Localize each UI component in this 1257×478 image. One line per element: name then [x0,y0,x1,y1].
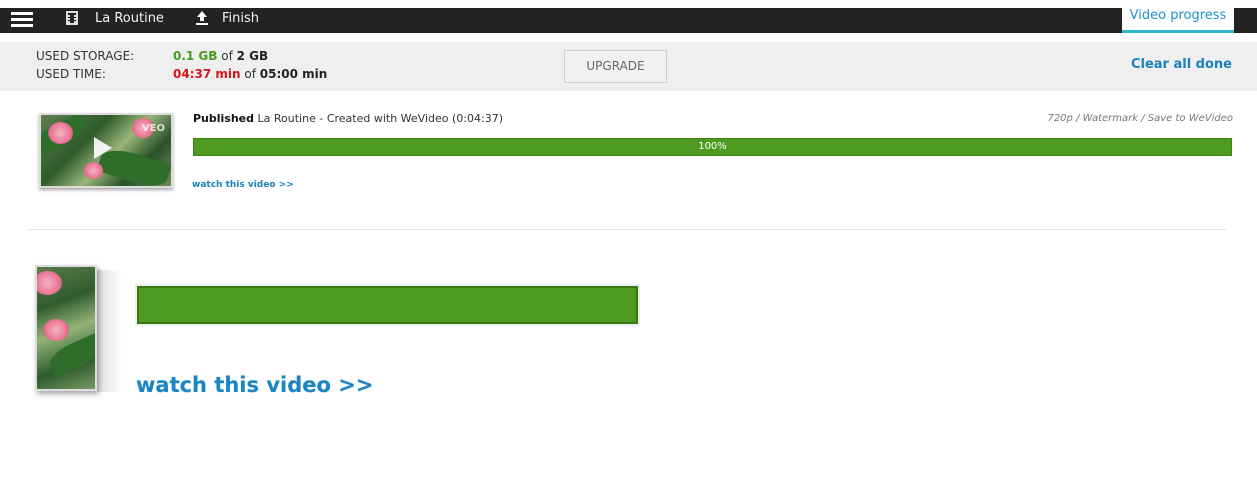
topbar-right-edge [1250,13,1257,33]
upgrade-button[interactable]: UPGRADE [564,50,667,83]
time-used: 04:37 min [173,67,241,81]
zoomed-watch-video-link: watch this video >> [136,373,374,397]
progress-fill: 100% [193,138,1232,156]
tab-video-progress[interactable]: Video progress [1122,4,1234,33]
thumbnail-rose [84,162,103,179]
video-thumbnail[interactable]: VEO [39,113,173,188]
used-storage-value: 0.1 GB of 2 GB [173,48,268,64]
time-total: 05:00 min [259,67,328,81]
section-divider [29,229,1226,230]
storage-separator: of [217,49,237,63]
thumbnail-watermark: VEO [141,123,165,134]
top-navigation: La Routine Finish Video progress [0,0,1257,33]
play-icon[interactable] [94,137,112,159]
job-settings-meta: 720p / Watermark / Save to WeVideo [1047,113,1233,124]
film-icon [66,11,78,25]
storage-used: 0.1 GB [173,49,218,63]
watch-video-link[interactable]: watch this video >> [192,180,294,190]
clear-all-done-link[interactable]: Clear all done [1131,57,1232,72]
top-dark-bar [0,8,1257,33]
project-name[interactable]: La Routine [95,9,164,29]
zoomed-progress-bar [137,286,638,324]
time-separator: of [240,67,260,81]
upload-icon [196,11,208,25]
used-time-value: 04:37 min of 05:00 min [173,66,327,82]
storage-total: 2 GB [236,49,269,63]
hamburger-menu-icon[interactable] [11,12,33,27]
video-progress-bar: 100% [193,138,1232,156]
zoomed-thumbnail-shadow [97,270,122,392]
zoomed-video-thumbnail [35,265,97,391]
job-title-text: La Routine - Created with WeVideo (0:04:… [254,112,503,125]
thumbnail-rose [48,122,73,144]
zoomed-rose [37,271,62,295]
used-time-label: USED TIME: [36,67,106,81]
job-status: Published [193,112,255,125]
finish-button[interactable]: Finish [222,9,259,29]
published-job-title: Published La Routine - Created with WeVi… [193,112,503,125]
zoomed-rose [43,319,69,341]
used-storage-label: USED STORAGE: [36,49,135,63]
